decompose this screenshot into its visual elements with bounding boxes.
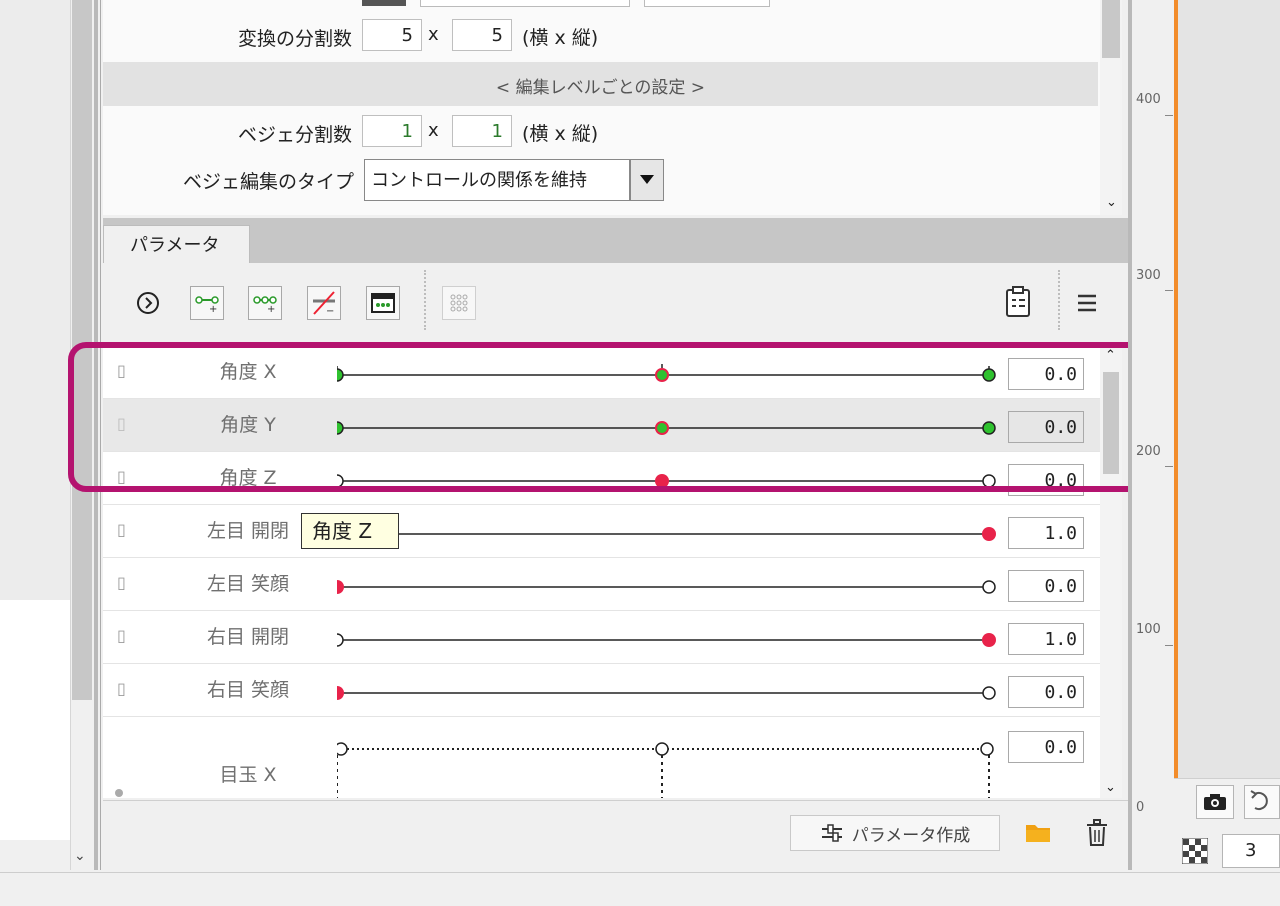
- keyform-icon[interactable]: [366, 286, 400, 320]
- ruler-label: 0: [1136, 800, 1145, 815]
- ruler-label: 400: [1136, 92, 1161, 107]
- param-row-right-eye-smile[interactable]: ▯ 右目 笑顔 0.0: [103, 664, 1100, 717]
- partial-field: [420, 0, 630, 7]
- param-value-input[interactable]: 1.0: [1008, 517, 1084, 549]
- left-panel: [0, 0, 70, 600]
- folder-icon[interactable]: [1024, 822, 1052, 844]
- checkerboard-icon[interactable]: [1181, 837, 1209, 865]
- tooltip: 角度 Z: [301, 513, 399, 549]
- section-header: < 編集レベルごとの設定 >: [103, 62, 1098, 106]
- ruler-tick: [1165, 115, 1173, 116]
- bezier-division-label: ベジェ分割数: [237, 124, 352, 146]
- chevron-down-icon[interactable]: ⌄: [1105, 780, 1116, 795]
- param-slider-2d[interactable]: [337, 731, 997, 798]
- param-slider[interactable]: [337, 505, 997, 558]
- zoom-input[interactable]: 3: [1222, 834, 1280, 868]
- bezier-type-select[interactable]: コントロールの関係を維持: [364, 159, 630, 201]
- partial-button: [644, 0, 770, 7]
- trash-icon[interactable]: [1084, 818, 1110, 848]
- ruler-tick: [1165, 466, 1173, 467]
- ruler-label: 100: [1136, 622, 1161, 637]
- param-name: 目玉 X: [219, 764, 277, 786]
- divisions-label: 変換の分割数: [237, 28, 352, 50]
- ruler-label: 200: [1136, 444, 1161, 459]
- bezier-x-input[interactable]: 1: [362, 115, 422, 147]
- param-row-eyeball-x[interactable]: 目玉 X 0.0: [103, 731, 1100, 798]
- menu-icon[interactable]: [1074, 290, 1100, 316]
- lock-icon[interactable]: ▯: [117, 520, 127, 539]
- grid-icon[interactable]: [442, 286, 476, 320]
- svg-text:+: +: [267, 304, 275, 314]
- bezier-type-label: ベジェ編集のタイプ: [182, 171, 354, 193]
- divisions-y-input[interactable]: 5: [452, 19, 512, 51]
- ruler-tick: [1165, 645, 1173, 646]
- x-separator: x: [428, 24, 439, 45]
- partial-control: [362, 0, 406, 6]
- lock-icon[interactable]: [113, 785, 125, 797]
- tab-strip: [103, 218, 1128, 263]
- create-parameter-label: パラメータ作成: [851, 825, 971, 846]
- toolbar-separator: [1058, 270, 1060, 330]
- bezier-y-input[interactable]: 1: [452, 115, 512, 147]
- ruler-label: 300: [1136, 268, 1161, 283]
- dropdown-arrow-icon[interactable]: [630, 159, 664, 201]
- param-slider[interactable]: [337, 558, 997, 611]
- expand-icon[interactable]: [136, 291, 160, 315]
- lock-icon[interactable]: ▯: [117, 679, 127, 698]
- divisions-hint: (横 x 縦): [522, 27, 599, 49]
- chevron-down-icon[interactable]: ⌄: [74, 848, 86, 864]
- x-separator: x: [428, 120, 439, 141]
- create-parameter-button[interactable]: パラメータ作成: [790, 815, 1000, 851]
- ruler-tick: [1165, 290, 1173, 291]
- param-name: 左目 笑顔: [206, 573, 290, 595]
- param-name: 右目 開閉: [206, 626, 290, 648]
- lock-icon[interactable]: ▯: [117, 626, 127, 645]
- add-key-icon[interactable]: +: [190, 286, 224, 320]
- param-row-right-eye-open[interactable]: ▯ 右目 開閉 1.0: [103, 611, 1100, 664]
- param-value-input[interactable]: 0.0: [1008, 676, 1084, 708]
- param-slider[interactable]: [337, 611, 997, 664]
- clipboard-icon[interactable]: [1002, 285, 1034, 319]
- param-row-left-eye-smile[interactable]: ▯ 左目 笑顔 0.0: [103, 558, 1100, 611]
- vertical-ruler: [1132, 0, 1174, 870]
- tab-parameters[interactable]: パラメータ: [103, 225, 250, 263]
- settings-scrollbar-thumb[interactable]: [1102, 0, 1120, 58]
- lock-icon[interactable]: ▯: [117, 573, 127, 592]
- highlight-box: [68, 342, 1150, 492]
- create-parameter-icon: [821, 824, 842, 842]
- svg-text:+: +: [209, 304, 217, 314]
- bezier-hint: (横 x 縦): [522, 123, 599, 145]
- param-value-input[interactable]: 0.0: [1008, 570, 1084, 602]
- remove-key-icon[interactable]: −: [307, 286, 341, 320]
- status-bar: [0, 872, 1280, 906]
- canvas-area[interactable]: [1178, 0, 1280, 778]
- param-value-input[interactable]: 1.0: [1008, 623, 1084, 655]
- svg-text:−: −: [326, 306, 334, 316]
- divisions-x-input[interactable]: 5: [362, 19, 422, 51]
- camera-icon[interactable]: [1196, 785, 1234, 819]
- chevron-down-icon[interactable]: ⌄: [1106, 195, 1117, 210]
- param-value-input[interactable]: 0.0: [1008, 731, 1084, 763]
- param-row-left-eye-open[interactable]: ▯ 左目 開閉 1.0: [103, 505, 1100, 558]
- left-panel-list: [0, 600, 70, 840]
- add-keys-icon[interactable]: +: [248, 286, 282, 320]
- param-name: 右目 笑顔: [206, 679, 290, 701]
- toolbar-separator: [424, 270, 426, 330]
- param-slider[interactable]: [337, 664, 997, 717]
- rotate-camera-icon[interactable]: [1244, 785, 1280, 819]
